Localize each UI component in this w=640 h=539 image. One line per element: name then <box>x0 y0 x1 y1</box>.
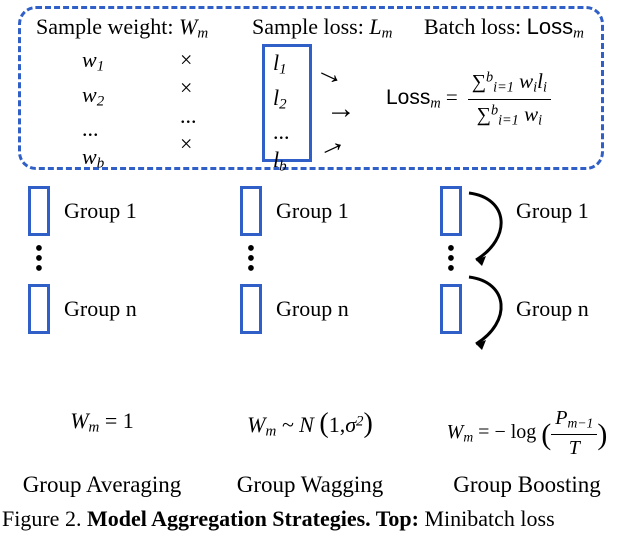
caption-bold: Model Aggregation Strategies. Top: <box>87 506 419 531</box>
group-box <box>440 186 462 236</box>
caption-prefix: Figure 2. <box>2 506 87 531</box>
l-dots: ... <box>273 119 290 144</box>
lb-sub: b <box>279 159 286 175</box>
group-1-label: Group 1 <box>516 198 589 224</box>
boost-arrow-1 <box>464 188 524 273</box>
l1-sub: 1 <box>279 62 286 78</box>
symbol: L <box>369 14 381 39</box>
avg-equation: Wm = 1 <box>0 408 204 459</box>
header-sample-weight: Sample weight: Wm <box>36 14 208 43</box>
times-column: × × ... × <box>180 46 197 158</box>
group-box <box>440 284 462 334</box>
header-sample-loss: Sample loss: Lm <box>252 14 392 43</box>
label: Sample weight: <box>36 14 173 39</box>
sum-num-sub: i=1 <box>493 80 514 96</box>
w1-sub: 1 <box>97 59 104 75</box>
wag-sigma: σ <box>345 412 356 437</box>
sum-den-sup: b <box>491 102 498 118</box>
eq-lhs-sub: m <box>430 96 440 112</box>
w1: w <box>82 47 97 72</box>
avg-name: Group Averaging <box>0 472 204 498</box>
symbol: W <box>179 14 197 39</box>
sum-den: ∑ <box>477 104 491 126</box>
eq-fraction: ∑bi=1 wili ∑bi=1 wi <box>468 70 551 128</box>
avg-rhs: = 1 <box>105 408 134 433</box>
vdots: ••• <box>440 238 462 282</box>
times-b: × <box>180 130 197 158</box>
den-wi: w <box>524 102 538 126</box>
header-batch-loss: Batch loss: Lossm <box>424 14 584 43</box>
group-box <box>240 284 262 334</box>
boost-log: = − log <box>478 421 536 443</box>
times-dots: ... <box>180 102 197 130</box>
arrow-mid: → <box>326 92 356 126</box>
times-1: × <box>180 46 197 74</box>
wb-sub: b <box>97 156 104 172</box>
eq-eq: = <box>446 85 458 109</box>
l2-sub: 2 <box>279 96 286 112</box>
sum-den-sub: i=1 <box>498 112 519 128</box>
label: Sample loss: <box>252 14 364 39</box>
wb: w <box>82 144 97 169</box>
col-averaging: Group 1 ••• Group n <box>2 184 202 336</box>
w2-sub: 2 <box>97 93 104 109</box>
sum-num: ∑ <box>472 71 486 93</box>
group-n-label: Group n <box>516 296 589 322</box>
sub: m <box>382 26 393 42</box>
w-dots: ... <box>82 116 99 141</box>
group-1-label: Group 1 <box>276 198 349 224</box>
wag-N: ~ N <box>282 412 314 437</box>
w2: w <box>82 82 97 107</box>
wag-name: Group Wagging <box>204 472 416 498</box>
avg-m: m <box>89 420 100 436</box>
times-2: × <box>180 74 197 102</box>
sub: m <box>573 26 584 42</box>
batch-loss-equation: Lossm = ∑bi=1 wili ∑bi=1 wi <box>386 70 551 128</box>
group-n-label: Group n <box>64 296 137 322</box>
wag-equation: Wm ~ N (1,σ2) <box>204 408 416 459</box>
sub: m <box>197 26 208 42</box>
vdots: ••• <box>240 238 262 282</box>
boost-arrow-2 <box>464 272 524 357</box>
group-box <box>240 186 262 236</box>
group-box <box>28 284 50 334</box>
wag-W: W <box>247 412 265 437</box>
boost-Psub: m−1 <box>568 415 594 430</box>
wag-sq: 2 <box>356 413 363 429</box>
boost-name: Group Boosting <box>416 472 638 498</box>
num-li-sub: i <box>543 80 547 96</box>
boost-T: T <box>565 438 584 459</box>
den-wi-sub: i <box>538 112 542 128</box>
label: Batch loss: <box>424 14 521 39</box>
avg-W: W <box>70 408 88 433</box>
eq-lhs: Loss <box>386 86 430 109</box>
loss-vector-box: l1 l2 ... lb <box>262 44 312 162</box>
col-boosting: Group 1 ••• Group n <box>420 184 630 336</box>
wag-one: 1, <box>329 412 346 437</box>
group-n-label: Group n <box>276 296 349 322</box>
boost-W: W <box>447 421 464 443</box>
col-wagging: Group 1 ••• Group n <box>214 184 414 336</box>
frac-bar <box>468 99 551 100</box>
group-box <box>28 186 50 236</box>
symbol: Loss <box>527 14 573 39</box>
vdots: ••• <box>28 238 50 282</box>
num-wi: w <box>519 69 533 93</box>
boost-equation: Wm = − log ( Pm−1 T ) <box>416 408 638 459</box>
figure-caption: Figure 2. Model Aggregation Strategies. … <box>0 506 640 532</box>
wag-m: m <box>265 424 276 440</box>
boost-m: m <box>463 429 473 444</box>
boost-P: P <box>555 407 567 429</box>
caption-rest: Minibatch loss <box>419 506 555 531</box>
group-1-label: Group 1 <box>64 198 137 224</box>
weights-column: w1 w2 ... wb <box>82 46 104 178</box>
frac-bar <box>551 434 597 435</box>
